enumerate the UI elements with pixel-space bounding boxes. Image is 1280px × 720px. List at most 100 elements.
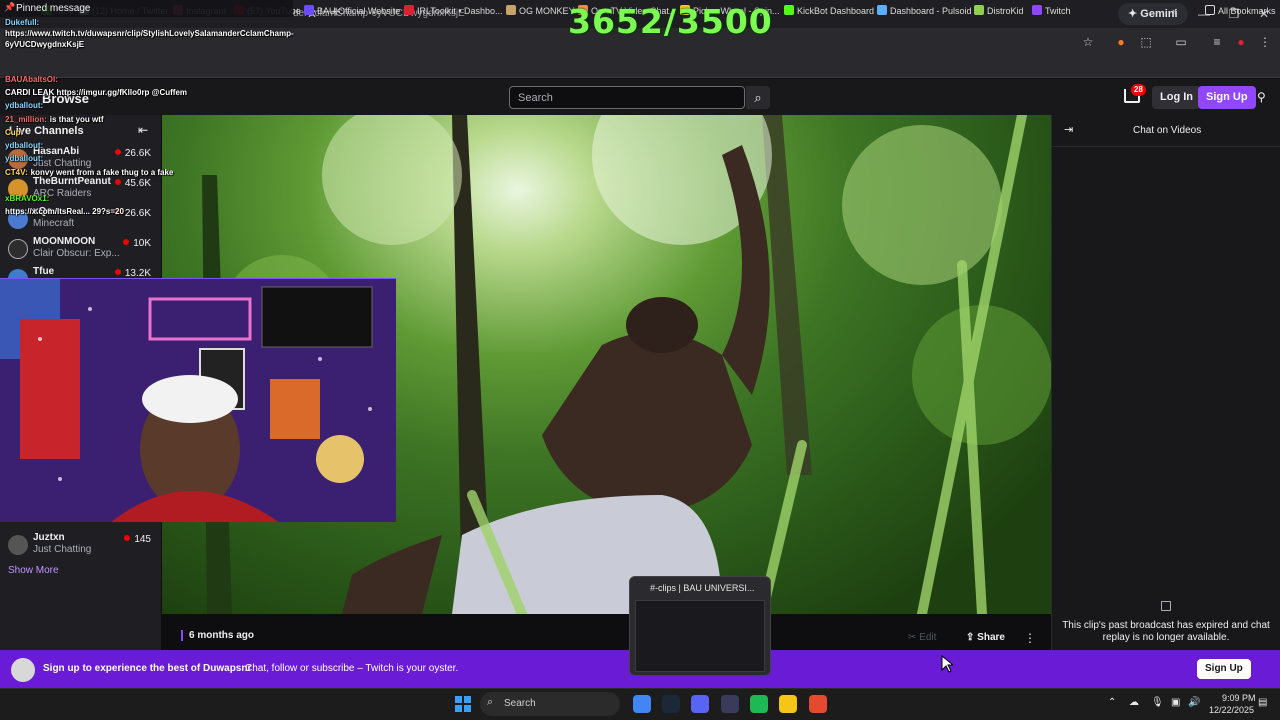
extensions-icon[interactable]: ⬚	[1137, 33, 1155, 51]
extension-fire-icon[interactable]: ●	[1112, 33, 1130, 51]
bookmark-bau[interactable]: BAU Official Website	[304, 4, 400, 18]
search-icon[interactable]: ⌕	[746, 86, 770, 109]
banner-headline: Sign up to experience the best of Duwaps…	[43, 663, 252, 674]
channel-name: xQc	[33, 206, 52, 217]
viewer-count: 10K	[123, 238, 151, 249]
collapse-sidebar-icon[interactable]: ⇤	[138, 123, 148, 137]
distrokid-icon	[974, 5, 984, 15]
channel-name: HasanAbi	[33, 146, 80, 157]
cast-icon[interactable]: ▭	[1172, 33, 1190, 51]
edit-button[interactable]: ✂ Edit	[908, 632, 936, 643]
x-icon	[79, 5, 89, 15]
pulsoid-icon	[877, 5, 887, 15]
banner-signup-button[interactable]: Sign Up	[1197, 659, 1251, 679]
channel-name: TheBurntPeanut	[33, 176, 111, 187]
avatar	[8, 179, 28, 199]
twitch-icon	[1032, 5, 1042, 15]
search-input[interactable]	[509, 86, 745, 109]
viewer-count: 145	[124, 534, 151, 545]
bookmark-youtube[interactable]: (57) YouTube	[234, 4, 301, 18]
bookmark-pulsoid[interactable]: Dashboard - Pulsoid	[877, 4, 972, 18]
discord-preview-thumbnail[interactable]	[635, 600, 765, 672]
live-dot-icon	[114, 149, 121, 155]
share-button[interactable]: ⇪ Share	[966, 632, 1005, 643]
chat-expired-message: This clip's past broadcast has expired a…	[1062, 620, 1270, 643]
webcam-frame	[0, 279, 396, 522]
sidebar-channel-xqc[interactable]: xQc Minecraft 26.6K	[0, 204, 161, 234]
login-button[interactable]: Log In	[1152, 86, 1201, 109]
sidebar-title: Live Channels	[9, 125, 84, 137]
channel-category: Just Chatting	[33, 544, 92, 555]
bookmark-distrokid[interactable]: DistroKid	[974, 4, 1024, 18]
banner-subtext: Chat, follow or subscribe – Twitch is yo…	[245, 663, 459, 674]
chrome-active-icon[interactable]	[809, 695, 827, 713]
more-options-icon[interactable]: ⋮	[1024, 631, 1036, 645]
tray-overflow-icon[interactable]: ⌃	[1108, 697, 1116, 708]
obs-icon[interactable]	[721, 695, 739, 713]
sidebar-channel-juztxn[interactable]: Juztxn Just Chatting 145	[0, 530, 161, 560]
notifications-icon[interactable]: ▤	[1258, 697, 1267, 708]
scissors-icon: ✂	[908, 632, 920, 643]
bookmark-kickbot[interactable]: KickBot Dashboard	[784, 4, 874, 18]
kick-icon	[42, 5, 52, 15]
bookmarks-bar	[0, 56, 1280, 78]
reading-list-icon[interactable]: ≡	[1208, 33, 1226, 51]
youtube-icon	[234, 5, 244, 15]
viewer-count: 45.6K	[114, 178, 151, 189]
clock-time[interactable]: 9:09 PM	[1222, 693, 1256, 703]
avatar	[8, 239, 28, 259]
search-icon: ⌕	[487, 696, 494, 708]
live-dot-icon	[114, 269, 121, 275]
all-bookmarks[interactable]: All Bookmarks	[1205, 4, 1276, 18]
kickbot-icon	[784, 5, 794, 15]
discord-icon[interactable]	[691, 695, 709, 713]
app-icon[interactable]	[750, 695, 768, 713]
bookmark-twitch[interactable]: Twitch	[1032, 4, 1071, 18]
browse-link[interactable]: Browse	[42, 91, 89, 106]
clock-date[interactable]: 12/22/2025	[1209, 705, 1254, 715]
channel-name: MOONMOON	[33, 236, 96, 247]
channel-category: Clair Obscur: Exp...	[33, 248, 120, 259]
collapse-chat-icon[interactable]: ⇥	[1064, 123, 1073, 136]
file-explorer-icon[interactable]	[779, 695, 797, 713]
viewer-count: 26.6K	[114, 208, 151, 219]
taskbar-search[interactable]	[480, 692, 620, 716]
clip-age: 6 months ago	[181, 630, 254, 641]
bookmark-twitter[interactable]: (12) Home / Twitter	[79, 4, 168, 18]
taskbar-search-label: Search	[504, 698, 536, 709]
windows-start-icon[interactable]	[455, 696, 471, 712]
chrome-icon[interactable]	[633, 695, 651, 713]
profile-icon[interactable]: ●	[1232, 33, 1250, 51]
channel-avatar	[11, 658, 35, 682]
bookmarks-overflow-icon[interactable]: »	[1172, 4, 1177, 18]
star-icon[interactable]: ☆	[1079, 33, 1097, 51]
live-dot-icon	[123, 239, 130, 245]
share-icon: ⇪	[966, 632, 978, 643]
avatar	[8, 149, 28, 169]
bookmark-instagram[interactable]: Instagram	[173, 4, 226, 18]
live-dot-icon	[114, 209, 121, 215]
streamer-webcam-overlay	[0, 278, 396, 522]
bookmark-irltoolkit[interactable]: IRLToolkit • Dashbo...	[404, 4, 503, 18]
network-icon[interactable]: ▣	[1171, 697, 1180, 708]
onedrive-icon[interactable]: ☁	[1129, 697, 1139, 708]
user-menu-icon[interactable]: ⚲	[1257, 90, 1271, 104]
sidebar-channel-moonmoon[interactable]: MOONMOON Clair Obscur: Exp... 10K	[0, 234, 161, 264]
sidebar-channel-hasanabi[interactable]: HasanAbi Just Chatting 26.6K	[0, 144, 161, 174]
chat-panel	[1051, 115, 1280, 650]
browser-menu-icon[interactable]: ⋮	[1256, 33, 1274, 51]
show-more-link[interactable]: Show More	[8, 565, 59, 576]
mic-icon[interactable]: 🎙	[1151, 697, 1164, 708]
bookmark-og-monkey[interactable]: OG MONKEY	[506, 4, 575, 18]
mouse-cursor-icon	[941, 655, 953, 673]
steam-icon[interactable]	[662, 695, 680, 713]
irltoolkit-icon	[404, 5, 414, 15]
sidebar-channel-theburntpeanut[interactable]: TheBurntPeanut ARC Raiders 45.6K	[0, 174, 161, 204]
channel-category: Just Chatting	[33, 158, 92, 169]
bookmark-kick[interactable]: Kick	[42, 4, 72, 18]
monkey-icon	[506, 5, 516, 15]
signup-button[interactable]: Sign Up	[1198, 86, 1256, 109]
chat-title: Chat on Videos	[1133, 125, 1202, 136]
gemini-button[interactable]: ✦ Gemini	[1118, 3, 1188, 25]
volume-icon[interactable]: 🔊	[1188, 697, 1200, 708]
